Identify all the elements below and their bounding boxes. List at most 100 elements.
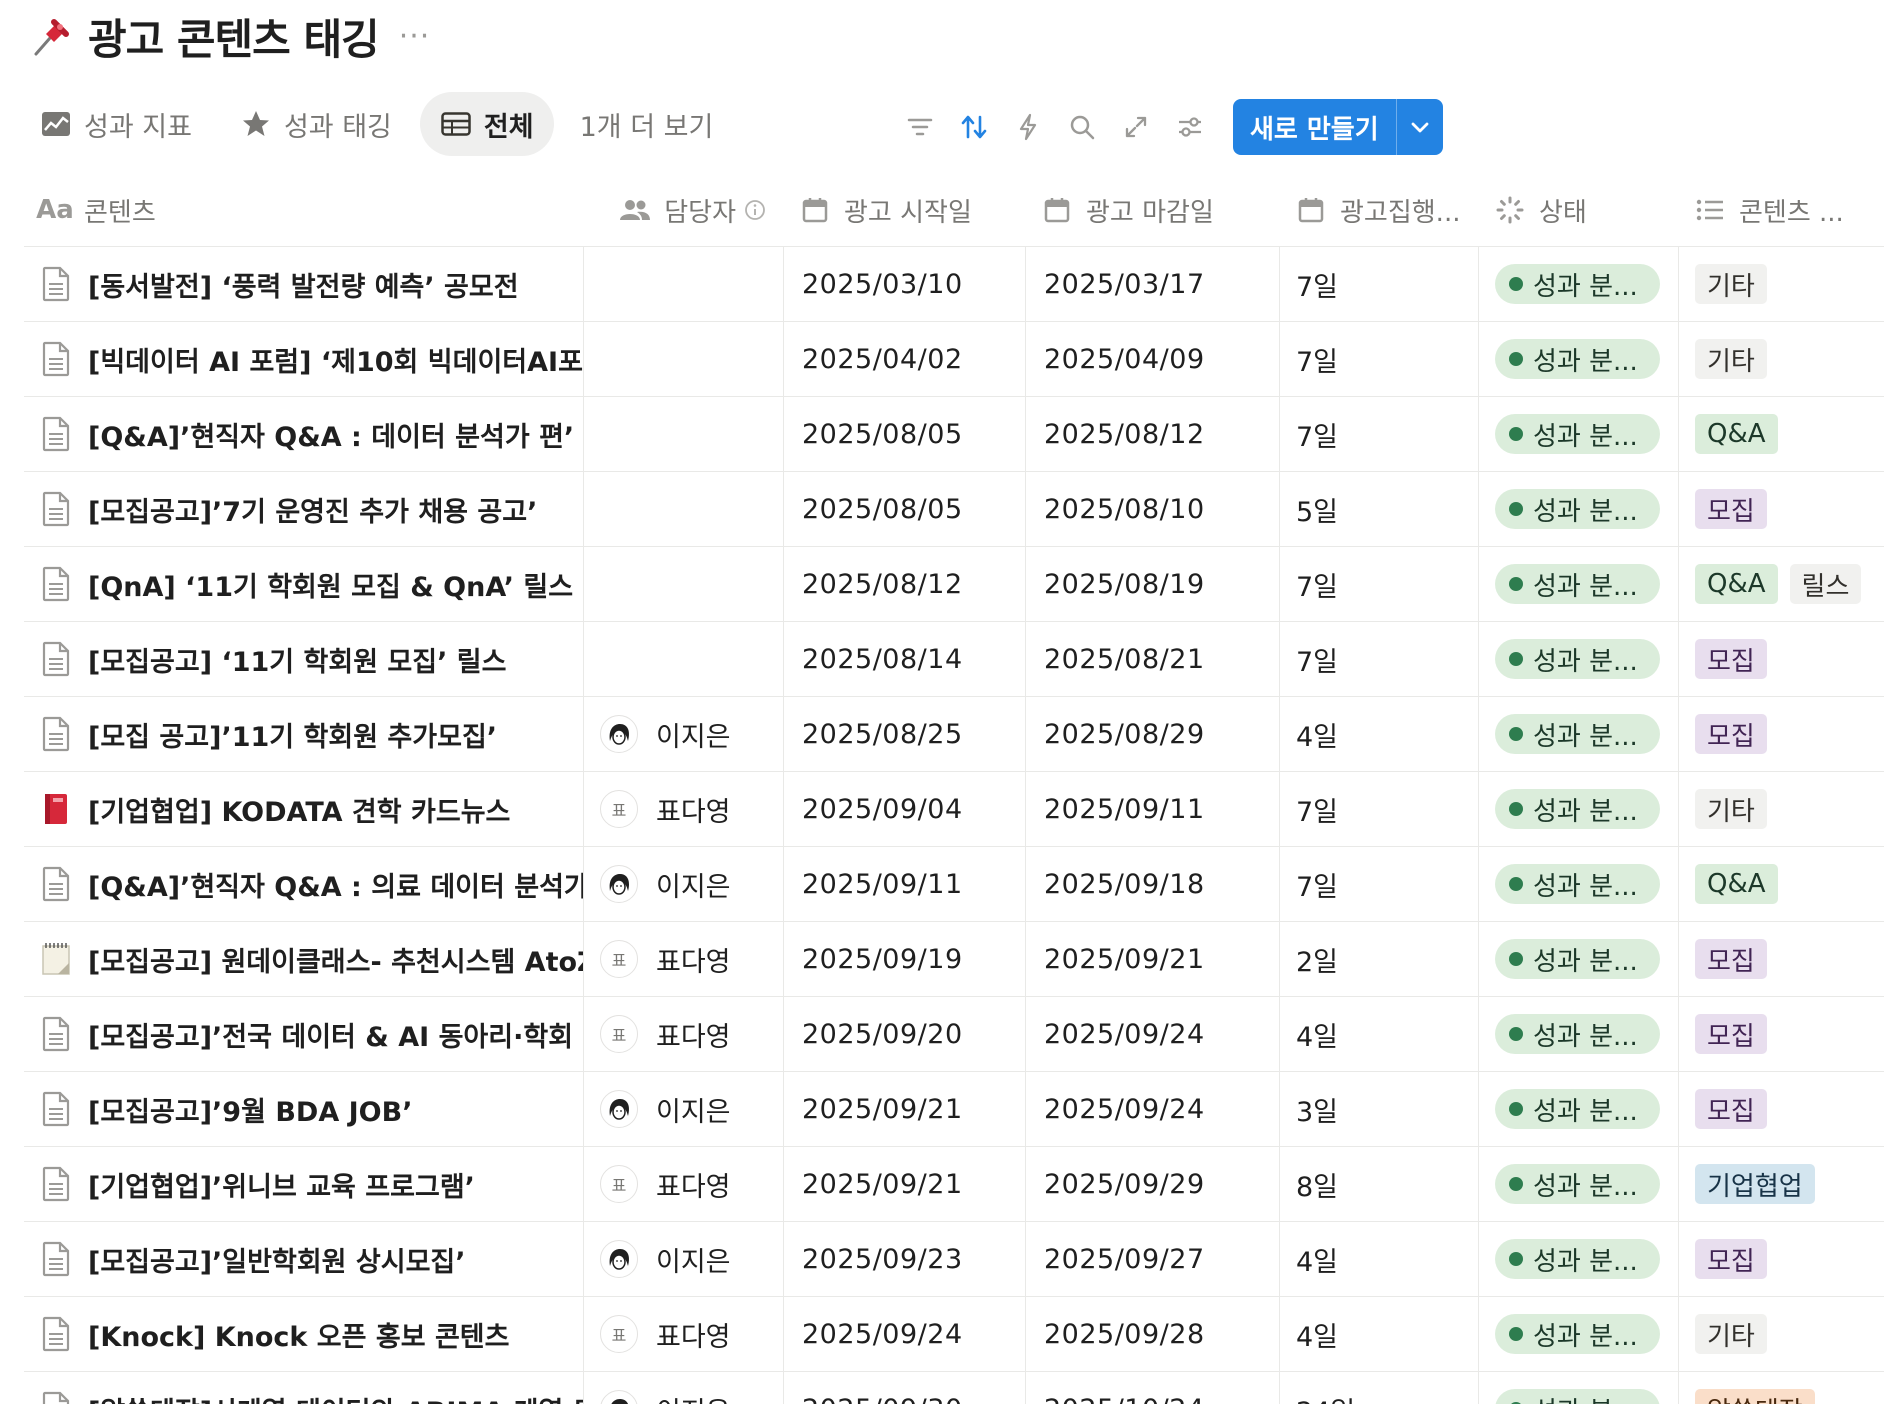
status-cell[interactable]: 성과 분... bbox=[1479, 847, 1679, 921]
status-cell[interactable]: 성과 분... bbox=[1479, 547, 1679, 621]
start-date-cell[interactable]: 2025/09/19 bbox=[784, 922, 1026, 996]
end-date-cell[interactable]: 2025/08/10 bbox=[1026, 472, 1280, 546]
status-badge[interactable]: 성과 분... bbox=[1495, 1089, 1660, 1129]
content-title[interactable]: [모집 공고]’11기 학회원 추가모집’ bbox=[88, 715, 497, 754]
duration-cell[interactable]: 7일 bbox=[1280, 247, 1479, 321]
table-row[interactable]: [모집공고] 원데이클래스- 추천시스템 AtoZ 표 표다영 2025/09/19 2… bbox=[24, 922, 1884, 997]
status-cell[interactable]: 성과 분... bbox=[1479, 397, 1679, 471]
status-badge[interactable]: 성과 분... bbox=[1495, 1014, 1660, 1054]
owner-cell[interactable]: 이지은 bbox=[584, 1372, 784, 1404]
content-type-tag[interactable]: 모집 bbox=[1695, 489, 1767, 529]
tags-cell[interactable]: Q&A bbox=[1679, 847, 1884, 921]
table-row[interactable]: [모집공고] ‘11기 학회원 모집’ 릴스 2025/08/14 2025/08/… bbox=[24, 622, 1884, 697]
column-header-end-date[interactable]: 광고 마감일 bbox=[1026, 174, 1280, 246]
start-date-cell[interactable]: 2025/08/12 bbox=[784, 547, 1026, 621]
table-row[interactable]: [모집공고]’7기 운영진 추가 채용 공고’ 2025/08/05 2025/08… bbox=[24, 472, 1884, 547]
content-type-tag[interactable]: 모집 bbox=[1695, 714, 1767, 754]
person-name[interactable]: 표다영 bbox=[656, 940, 731, 979]
end-date-cell[interactable]: 2025/04/09 bbox=[1026, 322, 1280, 396]
status-cell[interactable]: 성과 분... bbox=[1479, 1372, 1679, 1404]
person-name[interactable]: 이지은 bbox=[656, 865, 731, 904]
start-date-cell[interactable]: 2025/09/21 bbox=[784, 1072, 1026, 1146]
column-header-start-date[interactable]: 광고 시작일 bbox=[784, 174, 1026, 246]
title-cell[interactable]: [모집공고]’7기 운영진 추가 채용 공고’ bbox=[24, 472, 584, 546]
content-title[interactable]: [Q&A]’현직자 Q&A : 데이터 분석가 편’ bbox=[88, 415, 574, 454]
content-type-tag[interactable]: 모집 bbox=[1695, 1239, 1767, 1279]
tags-cell[interactable]: 기타 bbox=[1679, 772, 1884, 846]
content-title[interactable]: [Q&A]’현직자 Q&A : 의료 데이터 분석가편 bbox=[88, 865, 583, 904]
new-button-label[interactable]: 새로 만들기 bbox=[1233, 99, 1396, 155]
status-cell[interactable]: 성과 분... bbox=[1479, 1147, 1679, 1221]
status-badge[interactable]: 성과 분... bbox=[1495, 414, 1660, 454]
content-title[interactable]: [빅데이터 AI 포럼] ‘제10회 빅데이터AI포럼’ bbox=[88, 340, 583, 379]
content-type-tag[interactable]: Q&A bbox=[1695, 864, 1778, 904]
table-row[interactable]: [동서발전] ‘풍력 발전량 예측’ 공모전 2025/03/10 2025/03/… bbox=[24, 247, 1884, 322]
duration-cell[interactable]: 2일 bbox=[1280, 922, 1479, 996]
duration-cell[interactable]: 7일 bbox=[1280, 322, 1479, 396]
status-cell[interactable]: 성과 분... bbox=[1479, 622, 1679, 696]
status-cell[interactable]: 성과 분... bbox=[1479, 1297, 1679, 1371]
owner-cell[interactable]: 표 표다영 bbox=[584, 1297, 784, 1371]
tags-cell[interactable]: 모집 bbox=[1679, 997, 1884, 1071]
content-type-tag[interactable]: 모집 bbox=[1695, 639, 1767, 679]
content-type-tag[interactable]: 기업협업 bbox=[1695, 1164, 1815, 1204]
start-date-cell[interactable]: 2025/09/23 bbox=[784, 1222, 1026, 1296]
owner-cell[interactable]: 이지은 bbox=[584, 1222, 784, 1296]
start-date-cell[interactable]: 2025/04/02 bbox=[784, 322, 1026, 396]
info-icon[interactable] bbox=[744, 199, 766, 221]
end-date-cell[interactable]: 2025/08/12 bbox=[1026, 397, 1280, 471]
status-cell[interactable]: 성과 분... bbox=[1479, 697, 1679, 771]
table-row[interactable]: [기업협업]’위니브 교육 프로그램’ 표 표다영 2025/09/21 2025/09… bbox=[24, 1147, 1884, 1222]
content-title[interactable]: [알쓸데잡]시계열 데이터와 ARIMA 계열 모델 bbox=[88, 1390, 583, 1404]
start-date-cell[interactable]: 2025/08/14 bbox=[784, 622, 1026, 696]
title-cell[interactable]: [모집공고]’전국 데이터 & AI 동아리·학회 SU bbox=[24, 997, 584, 1071]
person-name[interactable]: 표다영 bbox=[656, 1315, 731, 1354]
status-badge[interactable]: 성과 분... bbox=[1495, 639, 1660, 679]
status-cell[interactable]: 성과 분... bbox=[1479, 1072, 1679, 1146]
content-type-tag[interactable]: Q&A bbox=[1695, 414, 1778, 454]
column-header-duration[interactable]: 광고집행... bbox=[1280, 174, 1479, 246]
title-cell[interactable]: [Knock] Knock 오픈 홍보 콘텐츠 bbox=[24, 1297, 584, 1371]
start-date-cell[interactable]: 2025/09/21 bbox=[784, 1147, 1026, 1221]
end-date-cell[interactable]: 2025/08/29 bbox=[1026, 697, 1280, 771]
end-date-cell[interactable]: 2025/09/28 bbox=[1026, 1297, 1280, 1371]
content-title[interactable]: [기업협업] KODATA 견학 카드뉴스 bbox=[88, 790, 510, 829]
content-title[interactable]: [기업협업]’위니브 교육 프로그램’ bbox=[88, 1165, 475, 1204]
title-cell[interactable]: [모집공고]’9월 BDA JOB’ bbox=[24, 1072, 584, 1146]
duration-cell[interactable]: 8일 bbox=[1280, 1147, 1479, 1221]
title-cell[interactable]: [빅데이터 AI 포럼] ‘제10회 빅데이터AI포럼’ bbox=[24, 322, 584, 396]
content-type-tag[interactable]: 알쓸데잡 bbox=[1695, 1389, 1815, 1404]
table-row[interactable]: [기업협업] KODATA 견학 카드뉴스 표 표다영 2025/09/04 2025/… bbox=[24, 772, 1884, 847]
title-cell[interactable]: [Q&A]’현직자 Q&A : 의료 데이터 분석가편 bbox=[24, 847, 584, 921]
title-cell[interactable]: [모집공고] 원데이클래스- 추천시스템 AtoZ bbox=[24, 922, 584, 996]
owner-cell[interactable] bbox=[584, 622, 784, 696]
content-title[interactable]: [모집공고] ‘11기 학회원 모집’ 릴스 bbox=[88, 640, 506, 679]
title-cell[interactable]: [모집공고] ‘11기 학회원 모집’ 릴스 bbox=[24, 622, 584, 696]
content-title[interactable]: [동서발전] ‘풍력 발전량 예측’ 공모전 bbox=[88, 265, 519, 304]
content-type-tag[interactable]: 기타 bbox=[1695, 789, 1767, 829]
tags-cell[interactable]: 모집 bbox=[1679, 1222, 1884, 1296]
duration-cell[interactable]: 24일 bbox=[1280, 1372, 1479, 1404]
tags-cell[interactable]: 모집 bbox=[1679, 922, 1884, 996]
owner-cell[interactable] bbox=[584, 547, 784, 621]
content-title[interactable]: [모집공고]’7기 운영진 추가 채용 공고’ bbox=[88, 490, 537, 529]
owner-cell[interactable]: 이지은 bbox=[584, 697, 784, 771]
table-row[interactable]: [QnA] ‘11기 학회원 모집 & QnA’ 릴스 2025/08/12 202… bbox=[24, 547, 1884, 622]
duration-cell[interactable]: 4일 bbox=[1280, 997, 1479, 1071]
settings-sliders-icon[interactable] bbox=[1173, 110, 1207, 144]
owner-cell[interactable] bbox=[584, 322, 784, 396]
column-header-owner[interactable]: 담당자 bbox=[584, 174, 784, 246]
owner-cell[interactable] bbox=[584, 397, 784, 471]
title-cell[interactable]: [알쓸데잡]시계열 데이터와 ARIMA 계열 모델 bbox=[24, 1372, 584, 1404]
pushpin-icon[interactable] bbox=[30, 14, 74, 58]
end-date-cell[interactable]: 2025/10/24 bbox=[1026, 1372, 1280, 1404]
person-name[interactable]: 이지은 bbox=[656, 715, 731, 754]
end-date-cell[interactable]: 2025/09/27 bbox=[1026, 1222, 1280, 1296]
content-type-tag[interactable]: 모집 bbox=[1695, 1089, 1767, 1129]
status-badge[interactable]: 성과 분... bbox=[1495, 939, 1660, 979]
duration-cell[interactable]: 3일 bbox=[1280, 1072, 1479, 1146]
more-options-icon[interactable]: ··· bbox=[399, 19, 431, 54]
status-badge[interactable]: 성과 분... bbox=[1495, 1389, 1660, 1404]
title-cell[interactable]: [동서발전] ‘풍력 발전량 예측’ 공모전 bbox=[24, 247, 584, 321]
start-date-cell[interactable]: 2025/03/10 bbox=[784, 247, 1026, 321]
